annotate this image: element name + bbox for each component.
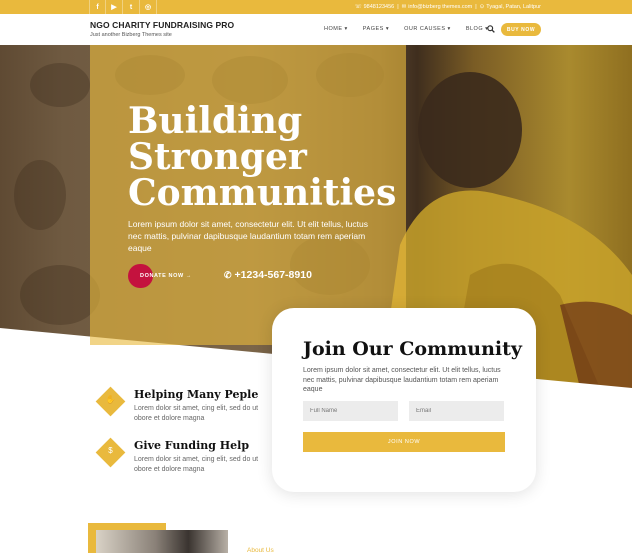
divider: | [475,4,477,10]
feature-text: Lorem dolor sit amet, cing elit, sed do … [134,456,259,473]
feature-title: Helping Many Peple [134,388,259,401]
site-title[interactable]: NGO CHARITY FUNDRAISING PRO [90,20,234,30]
join-community-card: Join Our Community Lorem ipsum dolor sit… [272,308,536,492]
topbar-address: Tyagal, Patan, Lalitpur [486,4,541,10]
feature-title: Give Funding Help [134,439,250,452]
feature-text: Lorem dolor sit amet, cing elit, sed do … [134,405,259,422]
hero-phone[interactable]: ✆ +1234-567-8910 [224,269,312,281]
hero-phone-number: +1234-567-8910 [234,269,312,281]
donate-button-label: DONATE NOW → [140,273,193,279]
main-nav: HOME ▾ PAGES ▾ OUR CAUSES ▾ BLOG ▾ [324,26,503,32]
social-links: f ▶ t ◎ [89,0,157,14]
top-bar: f ▶ t ◎ ☏ 9848123456 | ✉ info@bizberg th… [0,0,632,14]
email-input[interactable] [409,401,504,421]
donate-now-button[interactable]: DONATE NOW → [128,264,198,288]
nav-item-blog[interactable]: BLOG ▾ [466,26,489,32]
hero-description: Lorem ipsum dolor sit amet, consectetur … [128,219,368,253]
join-title: Join Our Community [303,338,522,360]
nav-item-home[interactable]: HOME ▾ [324,26,348,32]
funding-icon: $ [108,446,113,455]
join-now-button[interactable]: JOIN NOW [303,432,505,452]
twitter-icon[interactable]: t [123,0,140,14]
site-tagline: Just another Bizberg Themes site [90,32,172,38]
nav-item-our-causes[interactable]: OUR CAUSES ▾ [404,26,451,32]
location-icon: ⊙ [479,4,485,10]
topbar-email[interactable]: info@bizberg themes.com [408,4,472,10]
hero-headline: Building Stronger Communities [128,100,397,214]
nav-item-pages[interactable]: PAGES ▾ [363,26,389,32]
phone-icon: ✆ [224,270,232,280]
search-icon[interactable] [487,25,495,35]
join-description: Lorem ipsum dolor sit amet, consectetur … [303,367,501,393]
full-name-input[interactable] [303,401,398,421]
contact-info: ☏ 9848123456 | ✉ info@bizberg themes.com… [355,0,541,14]
divider: | [397,4,399,10]
mail-icon: ✉ [401,4,407,10]
helping-hand-icon: ✋ [105,395,116,404]
youtube-icon[interactable]: ▶ [106,0,123,14]
topbar-phone[interactable]: 9848123456 [364,4,395,10]
site-header: NGO CHARITY FUNDRAISING PRO Just another… [0,14,632,45]
instagram-icon[interactable]: ◎ [140,0,157,14]
about-image [96,530,228,553]
phone-icon: ☏ [354,4,362,10]
buy-now-button[interactable]: BUY NOW [501,23,541,36]
facebook-icon[interactable]: f [89,0,106,14]
